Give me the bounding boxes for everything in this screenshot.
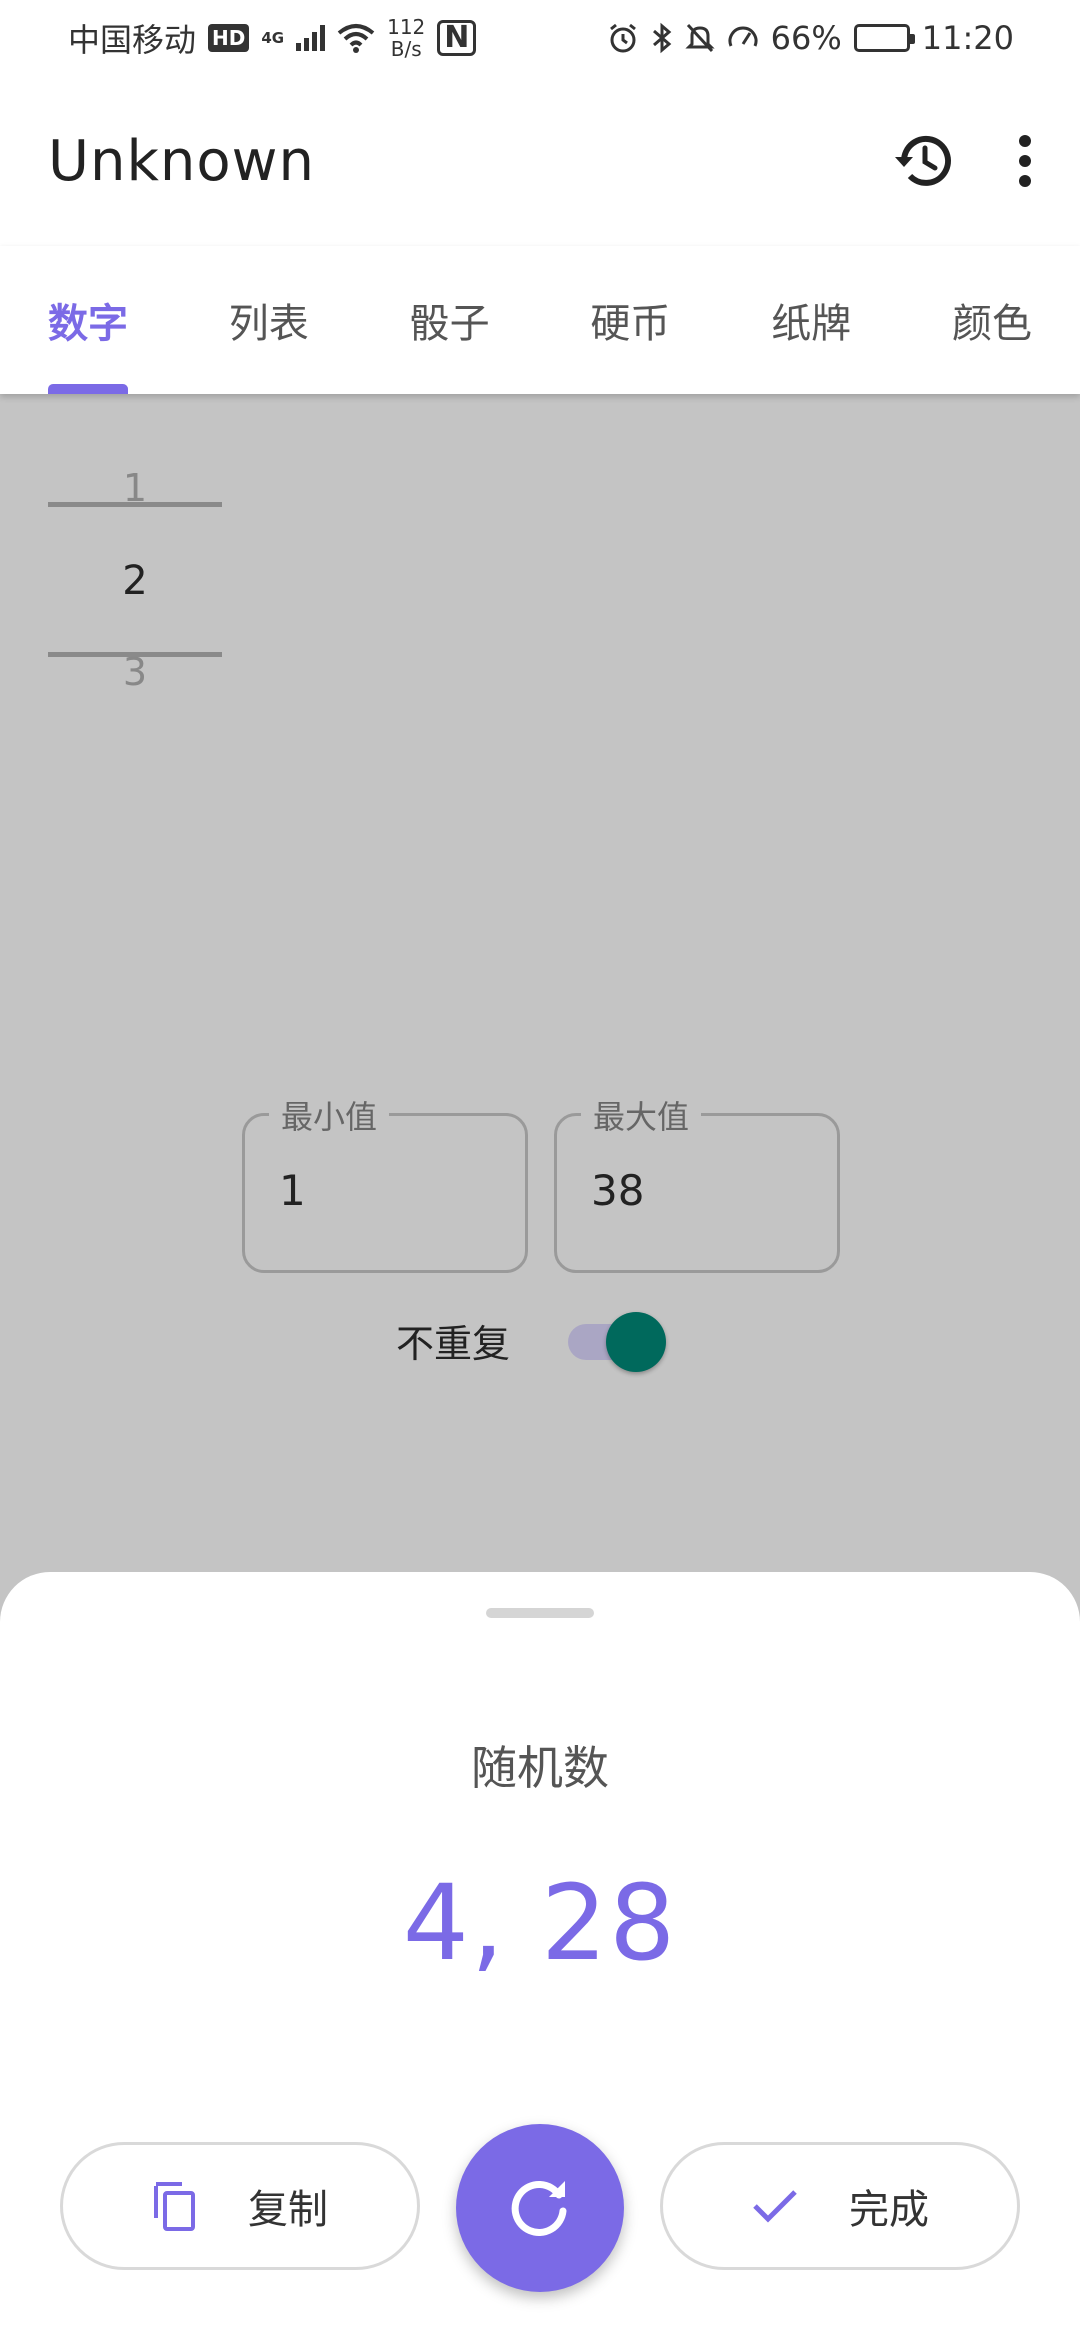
sheet-title: 随机数 xyxy=(471,1741,609,1795)
no-repeat-switch[interactable] xyxy=(568,1308,668,1372)
tab-label: 硬币 xyxy=(590,301,671,347)
picker-current-value: 2 xyxy=(122,558,148,604)
status-right: 66% 11:20 xyxy=(607,19,1014,57)
clock: 11:20 xyxy=(921,19,1014,57)
max-value-label: 最大值 xyxy=(581,1092,702,1138)
app-bar: Unknown xyxy=(0,76,1080,246)
min-value-input[interactable]: 1 xyxy=(279,1166,306,1215)
no-repeat-label: 不重复 xyxy=(396,1321,511,1366)
picker-next-value: 3 xyxy=(122,650,148,694)
tab-label: 列表 xyxy=(228,301,309,347)
network-speed: 112 B/s xyxy=(387,16,425,60)
tab-list[interactable]: 列表 xyxy=(229,246,309,394)
tab-dice[interactable]: 骰子 xyxy=(410,246,490,394)
tab-bar: 数字 列表 骰子 硬币 纸牌 颜色 xyxy=(0,246,1080,394)
battery-icon xyxy=(853,24,915,52)
regenerate-button[interactable] xyxy=(456,2124,624,2292)
copy-label: 复制 xyxy=(248,2187,328,2233)
tab-label: 数字 xyxy=(48,301,128,347)
min-value-field[interactable]: 最小值 1 xyxy=(242,1092,528,1273)
tab-label: 颜色 xyxy=(951,301,1032,347)
random-result: 4, 28 xyxy=(402,1862,678,1984)
tab-number[interactable]: 数字 xyxy=(48,246,128,394)
switch-thumb xyxy=(606,1312,667,1372)
battery-percent: 66% xyxy=(770,19,842,57)
status-bar: 中国移动 HD 4G 112 B/s N 66% 11:20 xyxy=(0,0,1080,76)
nfc-icon: N xyxy=(437,20,477,56)
check-icon xyxy=(753,2190,797,2223)
refresh-icon xyxy=(511,2180,567,2236)
speedometer-icon xyxy=(728,26,758,47)
carrier-name: 中国移动 xyxy=(68,21,197,59)
more-options-button[interactable] xyxy=(1010,125,1040,197)
copy-button[interactable]: 复制 xyxy=(60,2142,420,2270)
alarm-icon xyxy=(609,23,636,53)
mute-bell-icon xyxy=(685,23,715,53)
speed-value: 112 xyxy=(387,15,426,39)
app-bar-actions xyxy=(888,125,1040,197)
tab-label: 骰子 xyxy=(409,301,490,347)
network-type: 4G xyxy=(261,29,285,47)
copy-icon xyxy=(154,2182,195,2231)
bluetooth-icon xyxy=(652,22,671,54)
picker-divider-top xyxy=(48,502,222,507)
max-value-field[interactable]: 最大值 38 xyxy=(554,1092,840,1273)
wifi-icon xyxy=(337,24,375,53)
status-left: 中国移动 HD 4G 112 B/s N xyxy=(68,15,477,61)
history-icon xyxy=(895,135,951,186)
min-value-label: 最小值 xyxy=(269,1092,390,1138)
screen: 中国移动 HD 4G 112 B/s N 66% 11:20 Unknown 数… xyxy=(0,0,1080,2340)
history-button[interactable] xyxy=(888,125,960,197)
speed-unit: B/s xyxy=(390,37,422,61)
no-repeat-row: 不重复 xyxy=(396,1308,668,1372)
tab-cards[interactable]: 纸牌 xyxy=(771,246,851,394)
app-title: Unknown xyxy=(48,128,315,194)
tab-color[interactable]: 颜色 xyxy=(952,246,1032,394)
count-picker[interactable]: 1 2 3 xyxy=(48,460,222,700)
result-bottom-sheet: 随机数 4, 28 复制 完成 xyxy=(0,1572,1080,2340)
sheet-drag-handle[interactable] xyxy=(486,1608,594,1618)
done-label: 完成 xyxy=(849,2187,929,2233)
tab-coin[interactable]: 硬币 xyxy=(590,246,670,394)
done-button[interactable]: 完成 xyxy=(660,2142,1020,2270)
hd-badge: HD xyxy=(208,24,250,52)
more-vert-icon xyxy=(1019,135,1031,187)
tab-label: 纸牌 xyxy=(771,301,852,347)
signal-icon xyxy=(296,25,326,51)
tab-indicator xyxy=(48,384,128,394)
max-value-input[interactable]: 38 xyxy=(591,1166,644,1215)
